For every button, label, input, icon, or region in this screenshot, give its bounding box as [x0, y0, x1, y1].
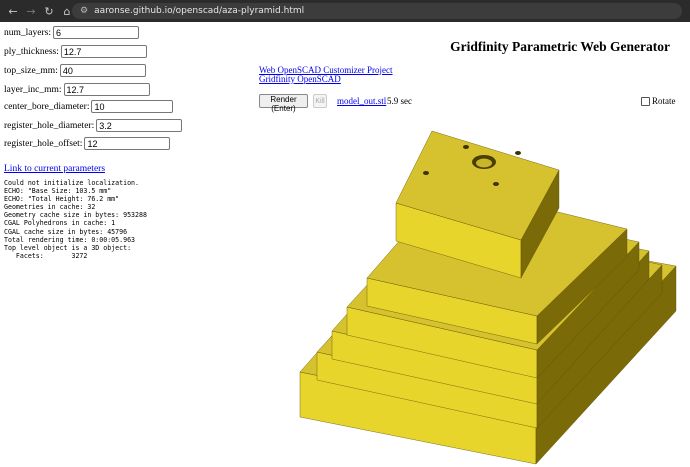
rotate-label: Rotate: [652, 96, 676, 106]
register-hole-diameter-input[interactable]: [96, 119, 183, 132]
register-hole: [515, 151, 521, 155]
console-output: Could not initialize localization. ECHO:…: [4, 179, 147, 260]
param-label: center_bore_diameter:: [4, 101, 90, 112]
project-links: Web OpenSCAD Customizer Project Gridfini…: [259, 66, 393, 84]
forward-icon[interactable]: →: [22, 5, 40, 18]
center-bore-inner-wall: [476, 158, 492, 168]
param-label: layer_inc_mm:: [4, 84, 62, 95]
model-viewer[interactable]: [290, 118, 690, 467]
console-line: CGAL Polyhedrons in cache: 1: [4, 219, 116, 228]
console-line: ECHO: "Base Size: 103.5 mm": [4, 187, 112, 196]
console-line: Geometry cache size in bytes: 953288: [4, 211, 147, 220]
gridfinity-openscad-link[interactable]: Gridfinity OpenSCAD: [259, 75, 393, 84]
console-line: ECHO: "Total Height: 76.2 mm": [4, 195, 120, 204]
rotate-checkbox[interactable]: [641, 96, 650, 106]
console-line: Top level object is a 3D object:: [4, 243, 132, 252]
register-hole: [423, 171, 429, 175]
kill-button[interactable]: Kill: [313, 94, 327, 108]
console-line: Facets: 3272: [4, 251, 88, 260]
register-hole: [463, 145, 469, 149]
num-layers-input[interactable]: [52, 26, 139, 39]
param-label: register_hole_diameter:: [4, 120, 95, 131]
param-row-ply-thickness: ply_thickness:: [4, 45, 147, 58]
register-hole: [493, 182, 499, 186]
render-time: 5.9 sec: [387, 96, 412, 106]
layer-inc-input[interactable]: [63, 83, 150, 96]
current-parameters-link[interactable]: Link to current parameters: [4, 164, 105, 174]
param-label: ply_thickness:: [4, 46, 59, 57]
register-hole-offset-input[interactable]: [84, 137, 171, 150]
model-output-link[interactable]: model_out.stl: [337, 96, 386, 106]
console-line: CGAL cache size in bytes: 45796: [4, 227, 128, 236]
reload-icon[interactable]: ↻: [40, 5, 58, 18]
param-row-num-layers: num_layers:: [4, 26, 139, 39]
param-row-top-size: top_size_mm:: [4, 64, 146, 77]
param-row-layer-inc: layer_inc_mm:: [4, 83, 150, 96]
rotate-toggle[interactable]: Rotate: [641, 96, 676, 106]
back-icon[interactable]: ←: [4, 5, 22, 18]
param-row-center-bore: center_bore_diameter:: [4, 100, 174, 113]
render-button[interactable]: Render (Enter): [259, 94, 308, 113]
param-row-register-hole-diameter: register_hole_diameter:: [4, 119, 183, 132]
browser-toolbar: ← → ↻ ⌂ ⚙ aaronse.github.io/openscad/aza…: [0, 0, 690, 22]
site-settings-icon[interactable]: ⚙: [80, 6, 88, 16]
stepped-pyramid-model: [299, 130, 677, 465]
page-title: Gridfinity Parametric Web Generator: [450, 39, 670, 54]
address-url: aaronse.github.io/openscad/aza-plyramid.…: [94, 6, 305, 16]
param-row-register-hole-offset: register_hole_offset:: [4, 137, 171, 150]
center-bore-input[interactable]: [91, 100, 174, 113]
param-label: top_size_mm:: [4, 65, 58, 76]
param-label: num_layers:: [4, 27, 51, 38]
address-bar[interactable]: ⚙ aaronse.github.io/openscad/aza-plyrami…: [72, 3, 682, 19]
ply-thickness-input[interactable]: [60, 45, 147, 58]
console-line: Geometries in cache: 32: [4, 203, 96, 212]
console-line: Total rendering time: 0:00:05.963: [4, 235, 136, 244]
top-size-input[interactable]: [59, 64, 146, 77]
param-label: register_hole_offset:: [4, 138, 83, 149]
console-line: Could not initialize localization.: [4, 179, 139, 187]
